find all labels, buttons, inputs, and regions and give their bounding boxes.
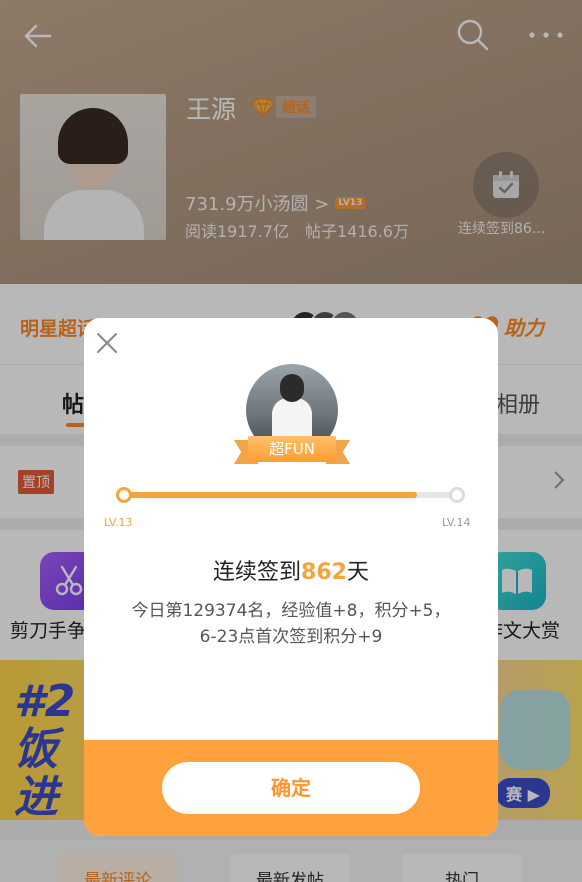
streak-days: 862 xyxy=(301,560,347,585)
checkin-reward-desc: 今日第129374名，经验值+8，积分+5， 6-23点首次签到积分+9 xyxy=(84,598,498,650)
checkin-dialog: 超FUN LV.13 LV.14 连续签到862天 今日第129374名，经验值… xyxy=(84,318,498,836)
fun-badge-label: 超FUN xyxy=(248,436,336,462)
reward-line-1: 今日第129374名，经验值+8，积分+5， xyxy=(131,601,451,621)
next-level-label: LV.14 xyxy=(442,516,471,529)
level-end-dot xyxy=(449,487,465,503)
close-icon[interactable] xyxy=(94,330,120,356)
current-level-label: LV.13 xyxy=(104,516,133,529)
level-progress-fill xyxy=(123,492,417,498)
dialog-footer: 确定 xyxy=(84,740,498,836)
level-progress-bar xyxy=(123,492,457,498)
level-start-dot xyxy=(116,487,132,503)
fun-ribbon-badge: 超FUN xyxy=(234,436,350,466)
streak-title: 连续签到862天 xyxy=(213,560,369,585)
confirm-button[interactable]: 确定 xyxy=(162,762,420,814)
reward-line-2: 6-23点首次签到积分+9 xyxy=(199,627,383,647)
